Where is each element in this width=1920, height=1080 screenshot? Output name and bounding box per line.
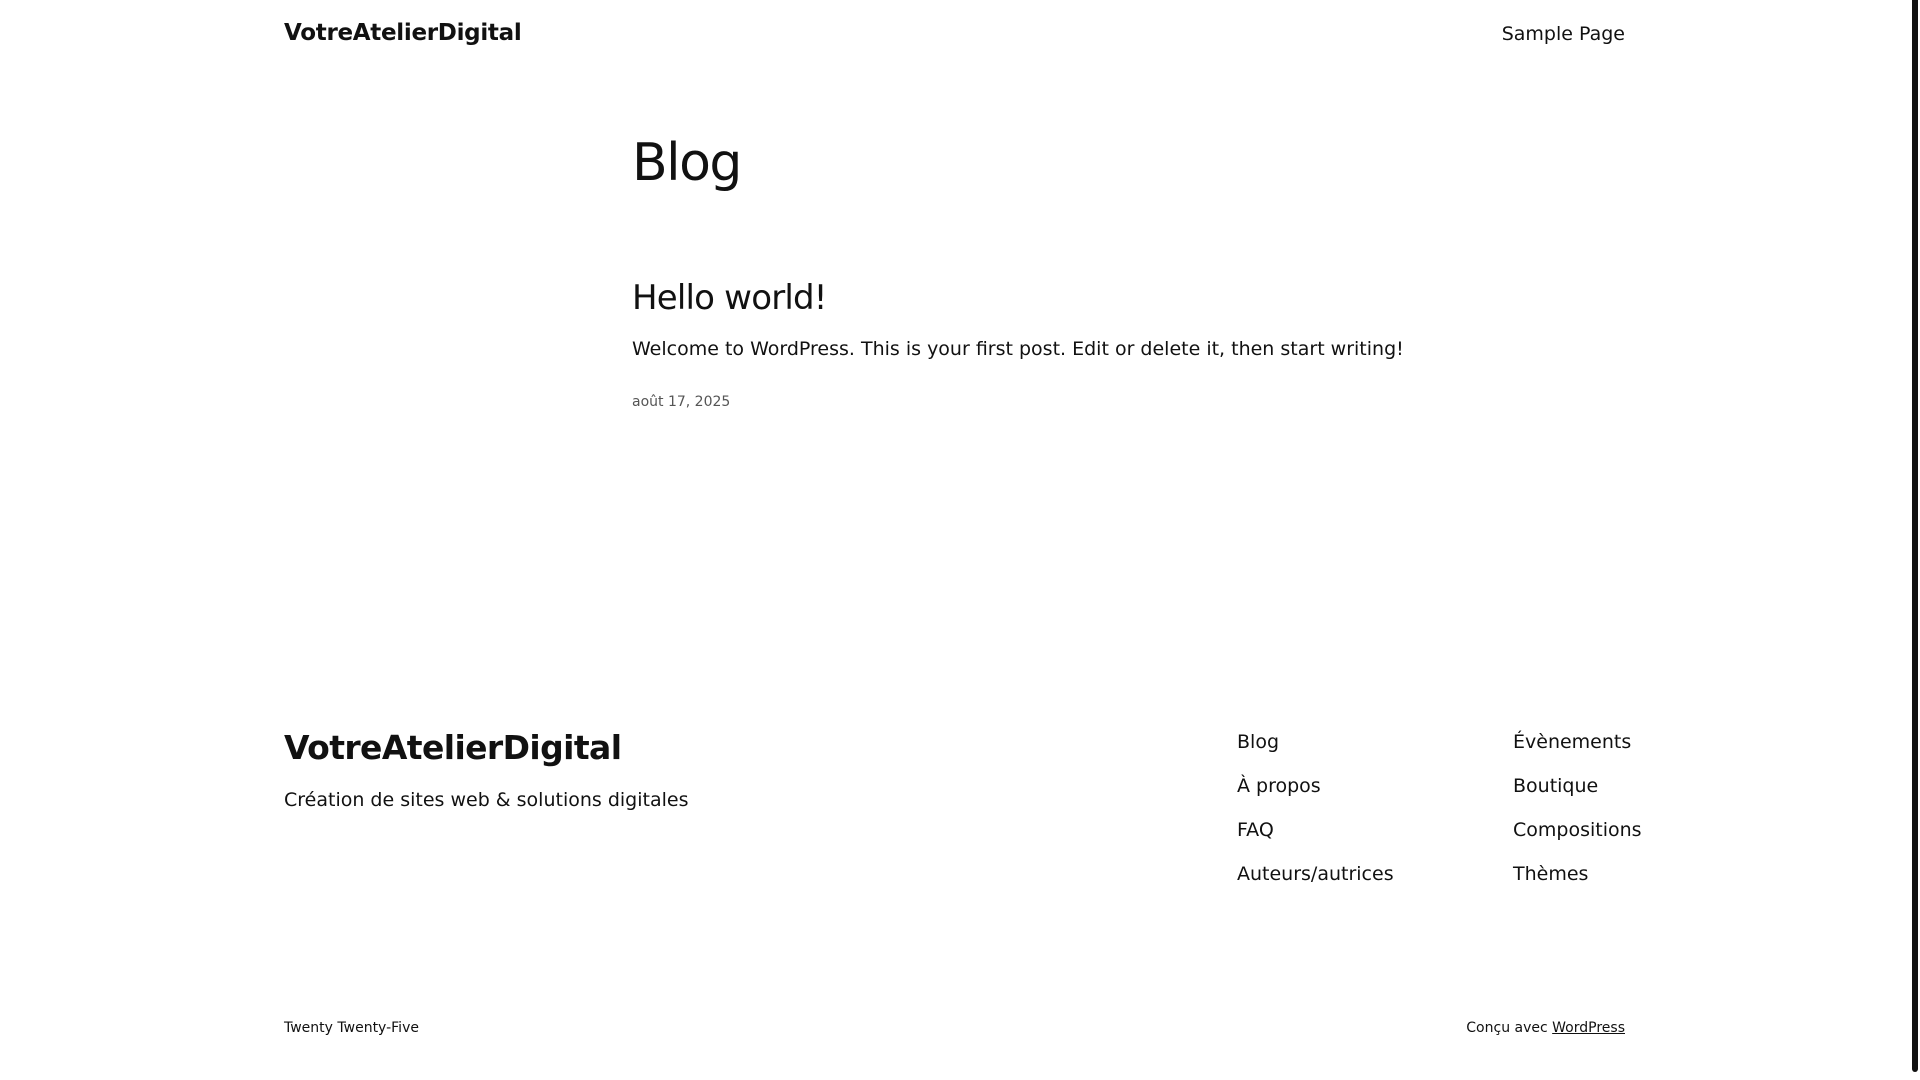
- vertical-scrollbar[interactable]: [1910, 0, 1920, 1080]
- footer-nav-events[interactable]: Évènements: [1513, 731, 1631, 753]
- footer-nav-patterns[interactable]: Compositions: [1513, 819, 1642, 841]
- footer-nav-themes[interactable]: Thèmes: [1513, 863, 1588, 885]
- page-title: Blog: [632, 133, 742, 193]
- footer-site-title-link[interactable]: VotreAtelierDigital: [284, 728, 622, 767]
- footer-nav-column-2: Évènements Boutique Compositions Thèmes: [1513, 731, 1642, 907]
- nav-link-sample-page[interactable]: Sample Page: [1502, 23, 1625, 45]
- powered-by-prefix: Conçu avec: [1466, 1020, 1548, 1036]
- powered-by: Conçu avec WordPress: [1466, 1020, 1625, 1036]
- footer-nav-column-1: Blog À propos FAQ Auteurs/autrices: [1237, 731, 1394, 907]
- footer-nav-blog[interactable]: Blog: [1237, 731, 1279, 753]
- post-excerpt: Welcome to WordPress. This is your first…: [632, 338, 1404, 360]
- theme-credit: Twenty Twenty-Five: [284, 1020, 419, 1036]
- footer-tagline: Création de sites web & solutions digita…: [284, 789, 689, 811]
- site-title-link[interactable]: VotreAtelierDigital: [284, 20, 522, 46]
- footer-nav-shop[interactable]: Boutique: [1513, 775, 1598, 797]
- footer-nav-faq[interactable]: FAQ: [1237, 819, 1274, 841]
- page: VotreAtelierDigital Sample Page Blog Hel…: [0, 0, 1910, 1080]
- footer-nav-authors[interactable]: Auteurs/autrices: [1237, 863, 1394, 885]
- post-title-link[interactable]: Hello world!: [632, 279, 827, 317]
- post-date: août 17, 2025: [632, 394, 731, 410]
- scrollbar-thumb[interactable]: [1912, 0, 1918, 1072]
- wordpress-link[interactable]: WordPress: [1552, 1020, 1625, 1036]
- footer-nav-about[interactable]: À propos: [1237, 775, 1321, 797]
